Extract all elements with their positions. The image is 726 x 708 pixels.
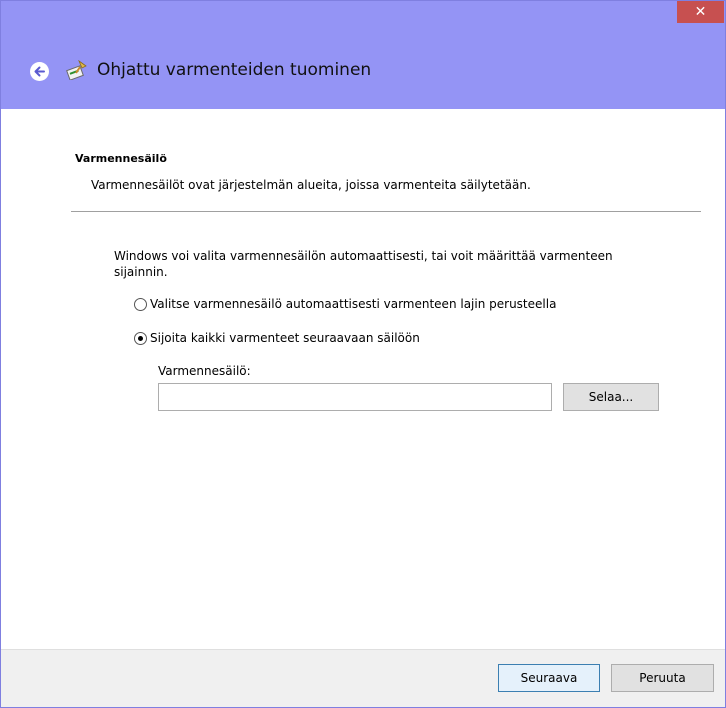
title-bar: ✕ (1, 1, 725, 41)
auto-select-store-option[interactable]: Valitse varmennesäilö automaattisesti va… (134, 297, 556, 311)
wizard-window: ✕ Ohjattu varmenteiden tuominen Varmenne… (0, 0, 726, 708)
next-button[interactable]: Seuraava (498, 664, 600, 692)
certificate-store-input[interactable] (158, 383, 552, 411)
close-button[interactable]: ✕ (677, 1, 724, 23)
certificate-store-label: Varmennesäilö: (158, 364, 251, 378)
divider (71, 211, 701, 212)
next-button-label: Seuraava (520, 671, 578, 685)
wizard-header: Ohjattu varmenteiden tuominen (1, 41, 725, 109)
intro-text: Windows voi valita varmennesäilön automa… (114, 249, 613, 279)
browse-button-label: Selaa... (588, 390, 634, 404)
place-in-store-option[interactable]: Sijoita kaikki varmenteet seuraavaan säi… (134, 331, 420, 345)
browse-button[interactable]: Selaa... (563, 383, 659, 411)
place-in-store-radio[interactable] (134, 331, 147, 345)
auto-select-label: Valitse varmennesäilö automaattisesti va… (150, 297, 557, 311)
section-description: Varmennesäilöt ovat järjestelmän alueita… (91, 178, 531, 192)
cancel-button[interactable]: Peruuta (611, 664, 714, 692)
certificate-wizard-icon (66, 60, 87, 80)
place-in-store-label: Sijoita kaikki varmenteet seuraavaan säi… (150, 331, 420, 345)
wizard-footer: Seuraava Peruuta (1, 649, 725, 707)
close-icon: ✕ (694, 4, 707, 20)
back-arrow-icon (34, 66, 45, 77)
auto-select-radio[interactable] (134, 297, 147, 311)
section-heading: Varmennesäilö (75, 152, 167, 165)
back-button[interactable] (30, 62, 49, 81)
wizard-content: Varmennesäilö Varmennesäilöt ovat järjes… (1, 109, 725, 649)
wizard-title: Ohjattu varmenteiden tuominen (97, 60, 372, 80)
cancel-button-label: Peruuta (639, 671, 686, 685)
